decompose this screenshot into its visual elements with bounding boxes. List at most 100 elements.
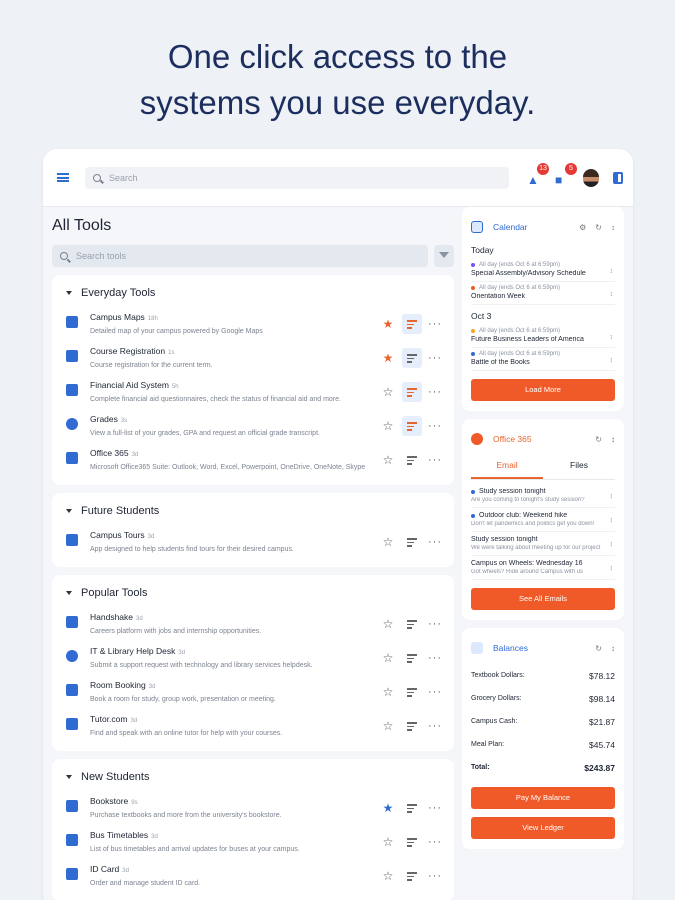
refresh-icon[interactable]: ↻ bbox=[595, 644, 602, 653]
star-outline-icon[interactable]: ☆ bbox=[378, 866, 398, 886]
tool-row[interactable]: Room Booking 3d Book a room for study, gr… bbox=[62, 677, 444, 711]
avatar[interactable] bbox=[583, 168, 599, 187]
tab-email[interactable]: Email bbox=[471, 455, 543, 479]
office-icon bbox=[66, 452, 78, 464]
add-to-list-icon[interactable] bbox=[402, 832, 422, 852]
more-options-icon[interactable]: ··· bbox=[426, 866, 444, 886]
collapse-icon[interactable]: ↕ bbox=[611, 435, 615, 444]
load-more-button[interactable]: Load More bbox=[471, 379, 615, 401]
favorite-star-icon[interactable]: ★ bbox=[378, 798, 398, 818]
section-header[interactable]: New Students bbox=[62, 767, 444, 787]
event-title: Battle of the Books bbox=[471, 359, 530, 366]
view-ledger-button[interactable]: View Ledger bbox=[471, 817, 615, 839]
card-header: Calendar ⚙ ↻ ↕ bbox=[471, 215, 615, 239]
messages-button[interactable]: ■ 5 bbox=[555, 162, 577, 187]
tool-actions: ☆ ··· bbox=[378, 832, 444, 852]
more-options-icon[interactable]: ··· bbox=[426, 416, 444, 436]
event-dot bbox=[471, 263, 475, 267]
add-to-list-icon[interactable] bbox=[402, 450, 422, 470]
expand-icon[interactable]: ↕ bbox=[610, 357, 614, 364]
tools-search-input[interactable]: Search tools bbox=[52, 245, 428, 267]
tool-row[interactable]: Tutor.com 3d Find and speak with an onlin… bbox=[62, 711, 444, 745]
tool-age: 3d bbox=[131, 452, 139, 458]
add-to-list-icon[interactable] bbox=[402, 648, 422, 668]
star-outline-icon[interactable]: ☆ bbox=[378, 532, 398, 552]
more-options-icon[interactable]: ··· bbox=[426, 314, 444, 334]
star-outline-icon[interactable]: ☆ bbox=[378, 648, 398, 668]
tool-row[interactable]: Campus Maps 18h Detailed map of your camp… bbox=[62, 309, 444, 343]
star-outline-icon[interactable]: ☆ bbox=[378, 450, 398, 470]
more-options-icon[interactable]: ··· bbox=[426, 532, 444, 552]
email-item[interactable]: Study session tonight We were talking ab… bbox=[471, 532, 615, 556]
star-outline-icon[interactable]: ☆ bbox=[378, 716, 398, 736]
tool-row[interactable]: Handshake 3d Careers platform with jobs a… bbox=[62, 609, 444, 643]
more-options-icon[interactable]: ··· bbox=[426, 382, 444, 402]
more-options-icon[interactable]: ··· bbox=[426, 798, 444, 818]
tool-row[interactable]: IT & Library Help Desk 3d Submit a suppor… bbox=[62, 643, 444, 677]
add-to-list-icon[interactable] bbox=[402, 716, 422, 736]
add-to-list-icon[interactable] bbox=[402, 866, 422, 886]
expand-icon[interactable]: ↕ bbox=[610, 493, 614, 500]
expand-icon[interactable]: ↕ bbox=[610, 541, 614, 548]
settings-icon[interactable]: ⚙ bbox=[579, 223, 586, 232]
section-header[interactable]: Future Students bbox=[62, 501, 444, 521]
calendar-event[interactable]: All day (ends Oct 6 at 6:59pm) Battle of… bbox=[471, 348, 615, 371]
section-header[interactable]: Everyday Tools bbox=[62, 283, 444, 303]
favorite-star-icon[interactable]: ★ bbox=[378, 314, 398, 334]
calendar-event[interactable]: All day (ends Oct 6 at 6:59pm) Special A… bbox=[471, 259, 615, 282]
more-options-icon[interactable]: ··· bbox=[426, 648, 444, 668]
email-item[interactable]: Campus on Wheels: Wednesday 16 Got wheel… bbox=[471, 556, 615, 580]
star-outline-icon[interactable]: ☆ bbox=[378, 416, 398, 436]
tool-row[interactable]: Bookstore 9s Purchase textbooks and more … bbox=[62, 793, 444, 827]
expand-icon[interactable]: ↕ bbox=[610, 334, 614, 341]
calendar-event[interactable]: All day (ends Oct 6 at 6:59pm) Orientati… bbox=[471, 282, 615, 305]
filter-button[interactable] bbox=[434, 245, 454, 267]
section-header[interactable]: Popular Tools bbox=[62, 583, 444, 603]
tool-row[interactable]: ID Card 3d Order and manage student ID ca… bbox=[62, 861, 444, 895]
tool-row[interactable]: Bus Timetables 3d List of bus timetables … bbox=[62, 827, 444, 861]
more-options-icon[interactable]: ··· bbox=[426, 716, 444, 736]
expand-icon[interactable]: ↕ bbox=[610, 565, 614, 572]
add-to-list-icon[interactable] bbox=[402, 682, 422, 702]
tool-row[interactable]: Campus Tours 3d App designed to help stud… bbox=[62, 527, 444, 561]
more-options-icon[interactable]: ··· bbox=[426, 832, 444, 852]
tool-row[interactable]: Course Registration 1s Course registratio… bbox=[62, 343, 444, 377]
add-to-list-icon[interactable] bbox=[402, 348, 422, 368]
expand-icon[interactable]: ↕ bbox=[610, 291, 614, 298]
add-to-list-icon[interactable] bbox=[402, 416, 422, 436]
more-options-icon[interactable]: ··· bbox=[426, 682, 444, 702]
star-outline-icon[interactable]: ☆ bbox=[378, 832, 398, 852]
see-all-emails-button[interactable]: See All Emails bbox=[471, 588, 615, 610]
tool-row[interactable]: Financial Aid System 5h Complete financia… bbox=[62, 377, 444, 411]
global-search-input[interactable]: Search bbox=[85, 166, 509, 189]
tool-row[interactable]: Grades 3s View a full-list of your grades… bbox=[62, 411, 444, 445]
collapse-icon[interactable]: ↕ bbox=[611, 644, 615, 653]
refresh-icon[interactable]: ↻ bbox=[595, 435, 602, 444]
email-item[interactable]: Study session tonight Are you coming to … bbox=[471, 484, 615, 508]
pay-balance-button[interactable]: Pay My Balance bbox=[471, 787, 615, 809]
expand-icon[interactable]: ↕ bbox=[610, 268, 614, 275]
expand-icon[interactable]: ↕ bbox=[610, 517, 614, 524]
more-options-icon[interactable]: ··· bbox=[426, 348, 444, 368]
panel-toggle-icon[interactable] bbox=[613, 171, 623, 184]
star-outline-icon[interactable]: ☆ bbox=[378, 382, 398, 402]
star-outline-icon[interactable]: ☆ bbox=[378, 682, 398, 702]
menu-icon[interactable] bbox=[57, 173, 69, 182]
refresh-icon[interactable]: ↻ bbox=[595, 223, 602, 232]
star-outline-icon[interactable]: ☆ bbox=[378, 614, 398, 634]
add-to-list-icon[interactable] bbox=[402, 614, 422, 634]
calendar-event[interactable]: All day (ends Oct 6 at 6:59pm) Future Bu… bbox=[471, 325, 615, 348]
favorite-star-icon[interactable]: ★ bbox=[378, 348, 398, 368]
notifications-button[interactable]: ▲ 13 bbox=[527, 162, 549, 187]
add-to-list-icon[interactable] bbox=[402, 532, 422, 552]
more-options-icon[interactable]: ··· bbox=[426, 450, 444, 470]
add-to-list-icon[interactable] bbox=[402, 382, 422, 402]
email-item[interactable]: Outdoor club: Weekend hike Don't let pan… bbox=[471, 508, 615, 532]
collapse-icon[interactable]: ↕ bbox=[611, 223, 615, 232]
more-options-icon[interactable]: ··· bbox=[426, 614, 444, 634]
tab-files[interactable]: Files bbox=[543, 455, 615, 479]
add-to-list-icon[interactable] bbox=[402, 798, 422, 818]
add-to-list-icon[interactable] bbox=[402, 314, 422, 334]
tool-name: Campus Tours bbox=[90, 530, 145, 540]
tool-row[interactable]: Office 365 3d Microsoft Office365 Suite: … bbox=[62, 445, 444, 479]
